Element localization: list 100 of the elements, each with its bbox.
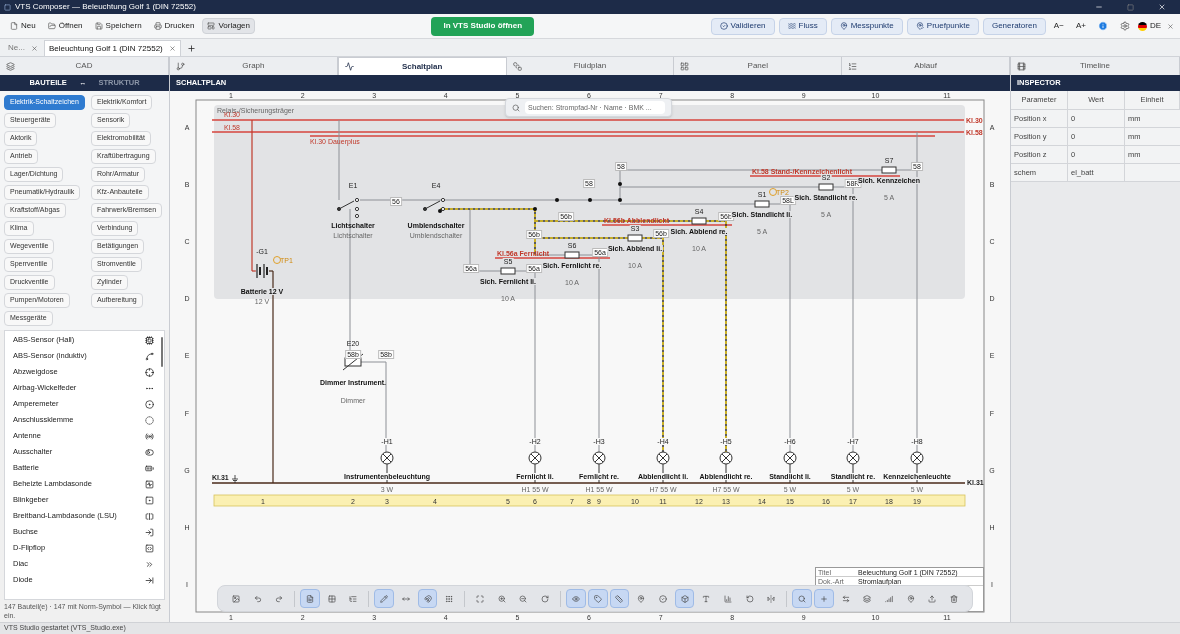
- tool-button[interactable]: [374, 589, 395, 608]
- tag-icon: [593, 594, 602, 603]
- zoom-in-icon: [497, 594, 506, 603]
- split-box-icon: [145, 511, 154, 521]
- toolbar-button[interactable]: Neu: [6, 18, 40, 34]
- view-tab[interactable]: Panel: [674, 57, 843, 75]
- antenna-icon: [145, 431, 154, 441]
- ground-icon: [231, 474, 239, 483]
- code-box-icon: [145, 543, 154, 553]
- switch-symbol: [422, 197, 446, 212]
- tool-button[interactable]: [674, 589, 695, 608]
- flag-icon: [1137, 21, 1147, 31]
- language-button[interactable]: DE: [1137, 20, 1161, 32]
- chevrons-icon: [145, 559, 154, 569]
- fuse-symbol: [691, 217, 707, 225]
- arrow-bar-icon: [145, 575, 154, 585]
- horizontal-arrows-icon: [401, 594, 410, 603]
- dot-box-icon: [145, 495, 154, 505]
- toolbar-button[interactable]: Speichern: [90, 18, 146, 34]
- toolbar-button[interactable]: Validieren: [710, 17, 775, 35]
- view-tab[interactable]: Ablauf: [842, 57, 1010, 75]
- document-tab[interactable]: Ne...: [4, 40, 42, 56]
- horizontal-arrows-icon: [841, 594, 850, 603]
- tool-button[interactable]: [609, 589, 630, 608]
- view-tab[interactable]: CAD: [0, 57, 169, 75]
- upload-icon: [928, 594, 937, 603]
- battery-icon: [145, 463, 154, 473]
- view-tab[interactable]: Graph: [170, 57, 338, 75]
- plus-icon[interactable]: [186, 44, 196, 53]
- printer-icon: [153, 22, 162, 30]
- tool-button[interactable]: [417, 589, 438, 608]
- junction-dot: [588, 198, 592, 202]
- pin-icon: [906, 594, 915, 603]
- document-tab[interactable]: Beleuchtung Golf 1 (DIN 72552): [43, 40, 181, 56]
- document-icon: [306, 594, 314, 603]
- fuse-symbol: [627, 234, 643, 242]
- bar-chart-icon: [724, 594, 732, 603]
- undo-icon: [253, 594, 262, 603]
- toolbar-button[interactable]: Generatoren: [982, 17, 1046, 35]
- toolbar-button[interactable]: Messpunkte: [830, 17, 903, 35]
- toolbar-button[interactable]: Öffnen: [43, 18, 87, 34]
- waves-icon: [787, 22, 796, 30]
- curve-icon: [145, 351, 154, 361]
- flip-icon: [767, 594, 776, 603]
- maximize-icon[interactable]: [1127, 3, 1134, 11]
- pin-icon: [637, 594, 646, 603]
- circle-dot-icon: [145, 399, 154, 409]
- window-title: VTS Composer — Beleuchtung Golf 1 (DIN 72552): [15, 1, 196, 13]
- ruler-icon: [615, 594, 624, 603]
- toolbar-button[interactable]: Pruefpunkte: [906, 17, 979, 35]
- document-icon: [10, 22, 18, 30]
- rotate-left-icon: [745, 594, 754, 603]
- grid-icon: [680, 61, 690, 71]
- scrollbar-thumb[interactable]: [161, 337, 163, 367]
- search-icon: [798, 594, 807, 603]
- info-icon[interactable]: [1097, 21, 1108, 31]
- junction-dot: [618, 182, 622, 186]
- toolbar-button[interactable]: Drucken: [149, 18, 199, 34]
- crosshair-icon: [145, 367, 154, 377]
- minimize-icon[interactable]: [1095, 3, 1103, 11]
- junction-dot: [438, 209, 442, 213]
- tab-label: Ne...: [8, 42, 25, 54]
- fuse-symbol: [818, 183, 834, 191]
- toolbar-button[interactable]: Vorlagen: [202, 18, 255, 34]
- branch-icon: [176, 61, 185, 71]
- test-point-icon: [273, 256, 281, 264]
- switch-symbol: [336, 197, 360, 219]
- socket-icon: [145, 527, 154, 537]
- magnet-icon: [423, 594, 432, 603]
- tool-button[interactable]: [587, 589, 608, 608]
- eye-icon: [571, 594, 580, 603]
- view-tab[interactable]: Schaltplan: [337, 57, 507, 75]
- battery-symbol: [256, 263, 268, 279]
- signal-icon: [885, 594, 894, 603]
- fuse-symbol: [881, 166, 897, 174]
- dashed-circle-icon: [145, 415, 154, 425]
- view-tab[interactable]: Timeline: [1011, 57, 1180, 75]
- fuse-symbol: [754, 200, 770, 208]
- toolbar-button[interactable]: Fluss: [778, 17, 827, 35]
- cube-icon: [680, 594, 689, 603]
- tool-button[interactable]: [814, 589, 834, 608]
- fit-frame-icon: [476, 594, 485, 603]
- font-smaller-button[interactable]: A−: [1049, 20, 1068, 32]
- redo-icon: [275, 594, 284, 603]
- tool-button[interactable]: [566, 589, 586, 608]
- picture-icon: [231, 594, 240, 603]
- check-circle-icon: [658, 594, 667, 603]
- view-tab[interactable]: Fluidplan: [506, 57, 675, 75]
- tool-button[interactable]: [300, 589, 320, 608]
- settings-icon[interactable]: [1119, 21, 1130, 31]
- pin-icon: [839, 22, 848, 30]
- pulse-icon: [344, 62, 354, 71]
- tool-button[interactable]: [792, 589, 812, 608]
- dot-grid-icon: [445, 594, 454, 603]
- fuse-symbol: [564, 251, 580, 259]
- rotate-icon: [541, 594, 550, 603]
- grid-icon: [327, 594, 336, 603]
- font-larger-button[interactable]: A+: [1071, 20, 1090, 32]
- junction-dot: [555, 198, 559, 202]
- fuse-symbol: [500, 267, 516, 275]
